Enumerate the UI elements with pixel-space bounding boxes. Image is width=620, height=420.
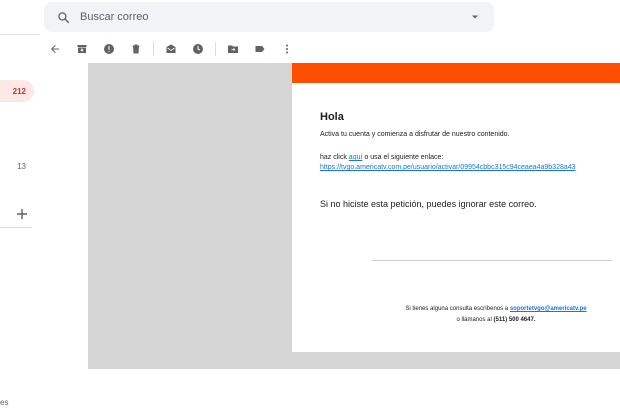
activation-link[interactable]: aquí [349, 154, 363, 161]
folder-count[interactable]: 13 [0, 162, 26, 171]
toolbar-separator [153, 42, 154, 56]
email-card: Hola Activa tu cuenta y comienza a disfr… [292, 63, 620, 352]
activation-prefix: haz click [320, 154, 347, 161]
ignore-notice: Si no hiciste esta petición, puedes igno… [320, 199, 537, 209]
search-input[interactable] [80, 11, 468, 23]
caret-down-icon[interactable] [468, 10, 482, 24]
search-bar[interactable] [44, 2, 494, 32]
mark-unread-icon [166, 44, 176, 53]
footer-divider [372, 260, 612, 261]
more-options-button[interactable] [276, 38, 298, 60]
label-icon [255, 46, 265, 52]
support-phone: (511) 500 4647. [493, 317, 536, 323]
activation-line: haz click aquí o usa el siguiente enlace… [320, 154, 620, 161]
email-intro: Activa tu cuenta y comienza a disfrutar … [320, 131, 510, 138]
trash-icon [132, 44, 140, 54]
gmail-window: 212 13 es [0, 0, 620, 420]
activation-suffix: o usa el siguiente enlace: [364, 154, 444, 161]
email-content: Hola Activa tu cuenta y comienza a disfr… [292, 83, 620, 209]
search-icon[interactable] [56, 10, 70, 24]
report-spam-button[interactable] [98, 38, 120, 60]
brand-header-bar [292, 63, 620, 83]
arrow-left-icon [51, 45, 59, 53]
back-button[interactable] [44, 38, 66, 60]
delete-button[interactable] [125, 38, 147, 60]
report-spam-icon [104, 44, 114, 54]
sidebar: 212 13 es [0, 34, 40, 420]
sidebar-text-fragment: es [0, 398, 9, 407]
inbox-count-badge[interactable]: 212 [0, 80, 34, 102]
sidebar-divider-top [0, 34, 40, 35]
email-greeting: Hola [320, 111, 344, 123]
message-toolbar [44, 38, 303, 60]
move-to-button[interactable] [222, 38, 244, 60]
more-vert-icon [286, 44, 288, 54]
plus-icon[interactable] [14, 206, 30, 222]
clock-icon [193, 44, 203, 54]
toolbar-separator [215, 42, 216, 56]
footer-prefix: Si tienes alguna consulta escríbenos a [405, 306, 509, 312]
mark-unread-button[interactable] [160, 38, 182, 60]
folder-move-icon [228, 45, 238, 53]
activation-url[interactable]: https://tvgo.americatv.com.pe/usuario/ac… [320, 164, 620, 171]
label-button[interactable] [249, 38, 271, 60]
snooze-button[interactable] [187, 38, 209, 60]
support-email-link[interactable]: soportetvgo@americatv.pe [510, 306, 587, 312]
footer-call: o llámanos al [456, 317, 492, 323]
sidebar-divider [0, 227, 32, 228]
archive-button[interactable] [71, 38, 93, 60]
archive-icon [77, 45, 87, 53]
email-viewer: Hola Activa tu cuenta y comienza a disfr… [88, 63, 620, 369]
email-footer: Si tienes alguna consulta escríbenos a s… [372, 304, 620, 326]
